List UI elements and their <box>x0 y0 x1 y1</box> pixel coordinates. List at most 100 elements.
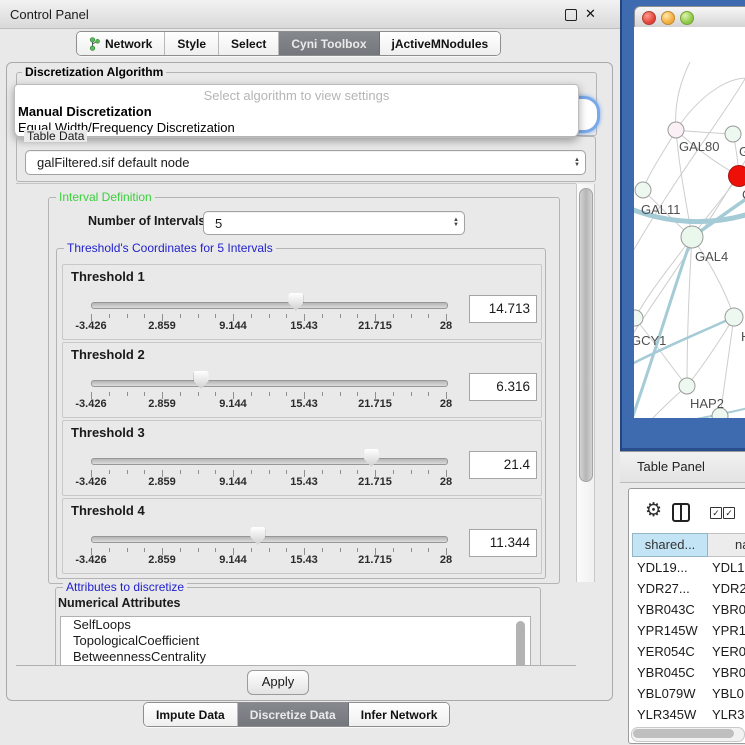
attribute-list-item[interactable]: BetweennessCentrality <box>61 649 530 665</box>
network-window-titlebar[interactable] <box>634 6 745 29</box>
interval-definition-label: Interval Definition <box>56 191 155 203</box>
tick-mark <box>180 470 181 474</box>
table-row[interactable]: YDR27...YDR2 <box>632 578 745 599</box>
top-tabs-tab-select[interactable]: Select <box>219 32 279 55</box>
tick-mark <box>286 548 287 552</box>
tick-mark <box>109 548 110 552</box>
table-row[interactable]: YLR345WYLR3 <box>632 704 745 725</box>
tick-mark <box>411 392 412 396</box>
tick-mark <box>215 548 216 552</box>
network-node[interactable] <box>729 166 745 187</box>
attributes-list-scrollbar[interactable] <box>516 621 525 666</box>
table-row[interactable]: YBL079WYBL0 <box>632 683 745 704</box>
tick-mark <box>340 314 341 318</box>
node-label: GA <box>739 144 745 159</box>
network-node[interactable] <box>725 126 741 142</box>
tick-mark <box>215 314 216 318</box>
node-table-box: ⚙ ✓ ✓ shared... na YDL19...YDL1YDR27...Y… <box>628 488 745 744</box>
checked-checkbox-icon[interactable]: ✓ <box>723 507 735 519</box>
table-row[interactable]: YPR145WYPR1 <box>632 620 745 641</box>
algorithm-placeholder-option[interactable]: Select algorithm to view settings <box>15 85 578 104</box>
tick-label: 28 <box>440 476 452 488</box>
top-tabs-tab-network[interactable]: Network <box>77 32 165 55</box>
tick-mark <box>251 392 252 396</box>
column-header-shared-name[interactable]: shared... <box>632 533 708 557</box>
tick-mark <box>127 314 128 318</box>
tick-mark <box>127 548 128 552</box>
bottom-tabs-tab-impute-data[interactable]: Impute Data <box>144 703 238 726</box>
scrollbar-thumb[interactable] <box>579 188 593 482</box>
threshold-value-field[interactable]: 21.4 <box>469 451 537 479</box>
float-window-icon[interactable] <box>565 9 577 21</box>
tick-mark <box>215 470 216 474</box>
network-node[interactable] <box>725 308 743 326</box>
slider-track[interactable] <box>91 302 448 309</box>
tick-mark <box>340 548 341 552</box>
columns-icon[interactable] <box>672 503 690 522</box>
checked-checkbox-icon[interactable]: ✓ <box>710 507 722 519</box>
tick-label: 9.144 <box>219 398 247 410</box>
zoom-traffic-light-icon[interactable] <box>680 11 694 25</box>
settings-vertical-scrollbar[interactable] <box>576 184 595 582</box>
numerical-attributes-list[interactable]: SelfLoopsTopologicalCoefficientBetweenne… <box>60 616 531 666</box>
number-of-intervals-value: 5 <box>204 216 448 231</box>
network-node[interactable] <box>681 226 703 248</box>
threshold-value-field[interactable]: 14.713 <box>469 295 537 323</box>
minimize-traffic-light-icon[interactable] <box>661 11 675 25</box>
table-horizontal-scrollbar[interactable] <box>631 727 745 742</box>
close-traffic-light-icon[interactable] <box>642 11 656 25</box>
network-node[interactable] <box>634 310 643 326</box>
number-of-intervals-combo[interactable]: 5 ▲▼ <box>203 211 465 235</box>
scrollbar-thumb[interactable] <box>633 729 734 738</box>
bottom-tab-bar: Impute DataDiscretize DataInfer Network <box>143 702 450 727</box>
settings-scroll-viewport: Interval Definition Number of Intervals … <box>16 183 576 666</box>
tick-mark <box>322 470 323 474</box>
table-panel-header: Table Panel <box>620 451 745 483</box>
table-row[interactable]: YBR045CYBR0 <box>632 662 745 683</box>
threshold-value-field[interactable]: 11.344 <box>469 529 537 557</box>
combo-spinner-icon: ▲▼ <box>448 218 464 228</box>
apply-button[interactable]: Apply <box>247 670 309 695</box>
table-data-combo[interactable]: galFiltered.sif default node ▲▼ <box>25 150 586 175</box>
tick-mark <box>286 470 287 474</box>
network-node[interactable] <box>668 122 684 138</box>
cell-name: YBL0 <box>707 683 744 704</box>
attribute-list-item[interactable]: TopologicalCoefficient <box>61 633 530 649</box>
tick-mark <box>286 314 287 318</box>
bottom-tabs-tab-infer-network[interactable]: Infer Network <box>349 703 450 726</box>
tick-mark <box>340 392 341 396</box>
algorithm-dropdown-popup: Select algorithm to view settings Manual… <box>14 84 579 138</box>
cell-shared-name: YBL079W <box>632 683 707 704</box>
top-tabs-tab-cyni-toolbox[interactable]: Cyni Toolbox <box>279 32 379 55</box>
network-node[interactable] <box>679 378 695 394</box>
tick-mark <box>109 392 110 396</box>
table-row[interactable]: YBR043CYBR0 <box>632 599 745 620</box>
threshold-label: Threshold 4 <box>71 503 145 518</box>
close-icon[interactable]: ✕ <box>585 6 596 22</box>
tick-mark <box>286 392 287 396</box>
tick-mark <box>127 392 128 396</box>
network-canvas[interactable]: GAL80GACGAL11GAL4GCY1HHAP2 <box>634 27 745 418</box>
tick-label: 15.43 <box>290 554 318 566</box>
threshold-value-field[interactable]: 6.316 <box>469 373 537 401</box>
slider-track[interactable] <box>91 380 448 387</box>
column-header-name[interactable]: na <box>708 533 745 557</box>
slider-track[interactable] <box>91 536 448 543</box>
network-node[interactable] <box>635 182 651 198</box>
bottom-tabs-tab-discretize-data[interactable]: Discretize Data <box>238 703 349 726</box>
attribute-list-item[interactable]: SelfLoops <box>61 617 530 633</box>
table-row[interactable]: YDL19...YDL1 <box>632 557 745 578</box>
slider-track[interactable] <box>91 458 448 465</box>
algorithm-option-manual[interactable]: Manual Discretization <box>15 104 578 120</box>
top-tabs-tab-jactivemnodules[interactable]: jActiveMNodules <box>380 32 501 55</box>
algorithm-option-equal-width[interactable]: Equal Width/Frequency Discretization <box>15 120 578 136</box>
tick-label: -3.426 <box>75 320 106 332</box>
tick-mark <box>127 470 128 474</box>
tick-mark <box>251 314 252 318</box>
gear-icon[interactable]: ⚙ <box>645 501 662 520</box>
threshold-label: Threshold 1 <box>71 269 145 284</box>
table-header-row: shared... na <box>632 533 745 557</box>
table-row[interactable]: YER054CYER0 <box>632 641 745 662</box>
discretization-algorithm-label: Discretization Algorithm <box>22 66 166 78</box>
top-tabs-tab-style[interactable]: Style <box>165 32 219 55</box>
